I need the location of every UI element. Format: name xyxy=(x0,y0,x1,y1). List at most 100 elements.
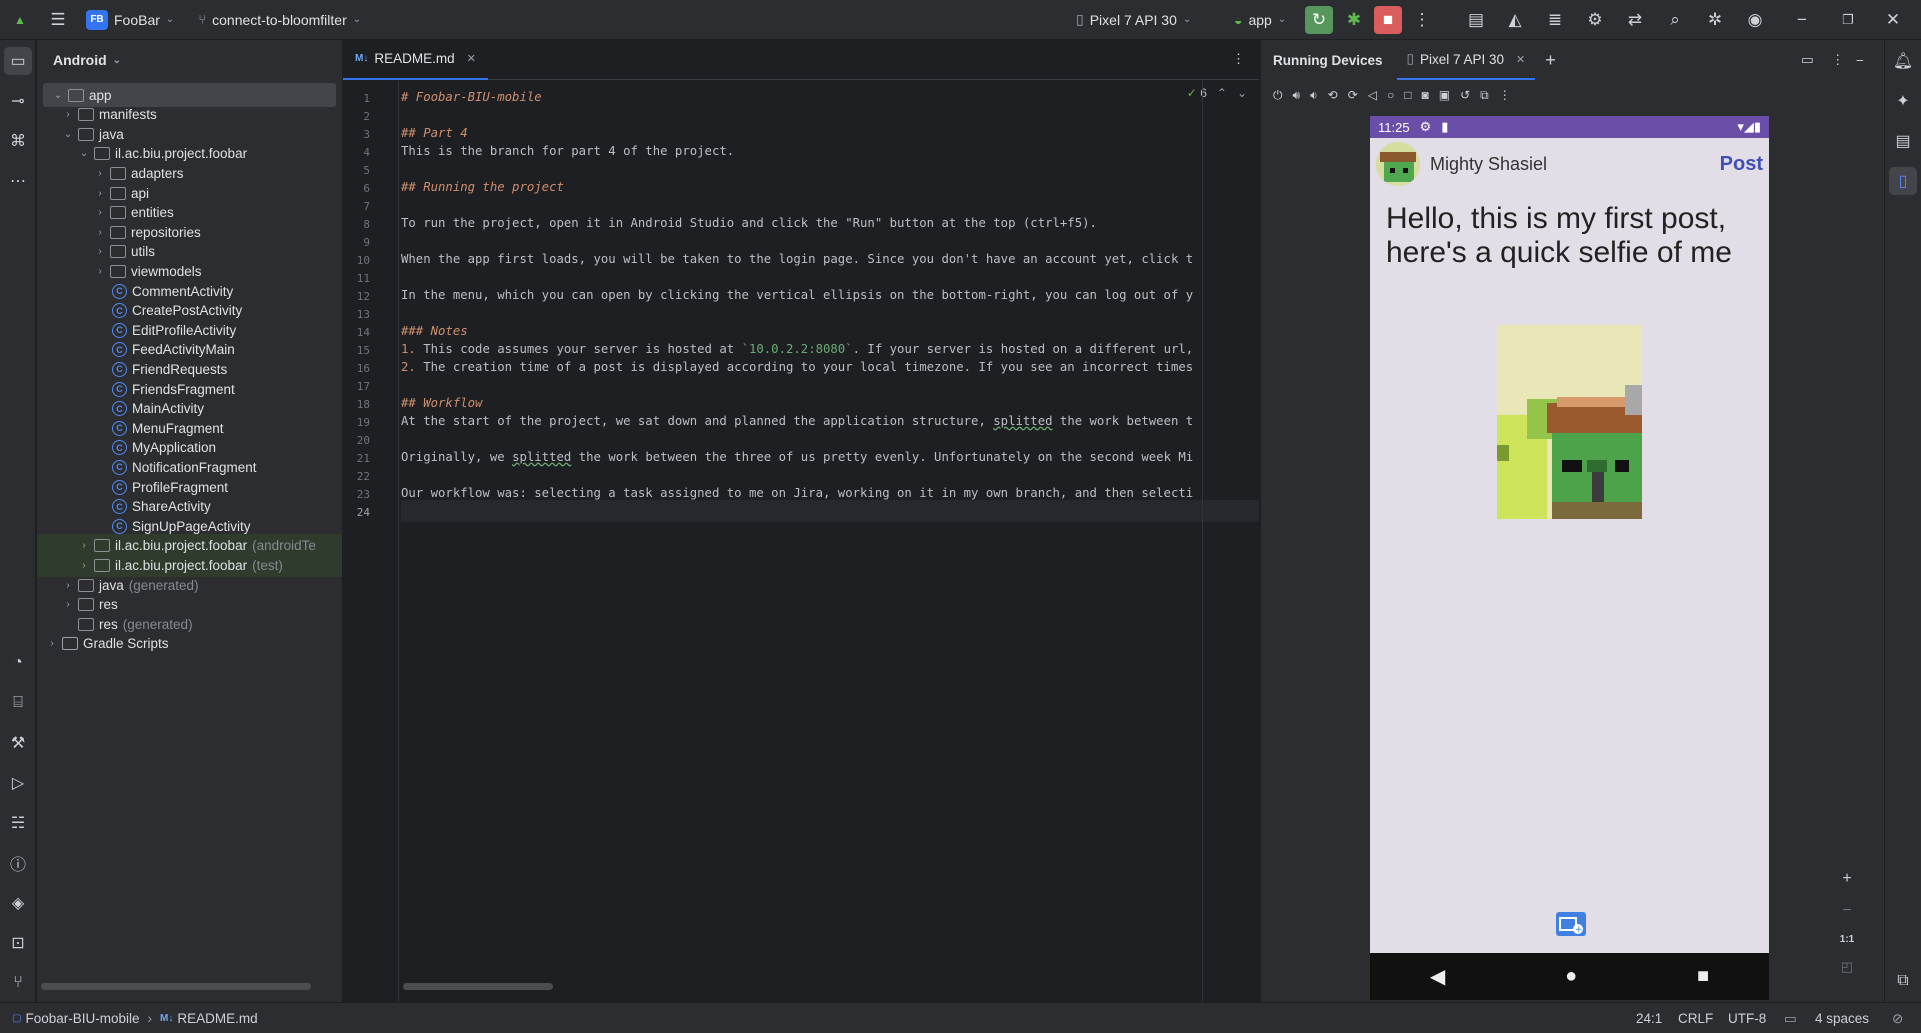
add-device-icon[interactable]: + xyxy=(1545,50,1556,71)
more-actions-icon[interactable]: ⋮ xyxy=(1408,6,1436,34)
toggle-layout-icon[interactable]: ▭ xyxy=(1801,52,1814,68)
minimize-window-icon[interactable]: − xyxy=(1788,6,1816,34)
version-control-icon[interactable]: ⑂ xyxy=(4,969,32,997)
phone-overview-button[interactable]: ■ xyxy=(1697,965,1709,988)
code-line[interactable] xyxy=(401,500,1259,522)
chevron-down-icon[interactable]: ⌄ xyxy=(77,148,91,159)
chevron-right-icon[interactable]: › xyxy=(61,599,75,610)
chevron-right-icon[interactable]: › xyxy=(93,168,107,179)
services-icon[interactable]: ◈ xyxy=(4,889,32,917)
chevron-right-icon[interactable]: › xyxy=(61,109,75,120)
volume-down-icon[interactable]: 🔉︎ xyxy=(1310,88,1318,103)
project-selector[interactable]: FB FooBar ⌄ xyxy=(86,9,174,30)
rotate-left-icon[interactable]: ⟲ xyxy=(1328,88,1338,102)
phone-back-button[interactable]: ◀ xyxy=(1430,964,1445,989)
zoom-out-icon[interactable]: − xyxy=(1842,902,1851,920)
previous-highlight-icon[interactable]: ⌃ xyxy=(1217,86,1227,100)
terminal-icon[interactable]: ⊡ xyxy=(4,929,32,957)
profiler-icon[interactable]: ◭ xyxy=(1501,6,1529,34)
device-manager-icon[interactable]: ▤ xyxy=(1462,6,1490,34)
post-text[interactable]: Hello, this is my first post, here's a q… xyxy=(1370,190,1769,282)
avatar[interactable] xyxy=(1376,142,1420,186)
device-mirror-icon[interactable]: ⧉ xyxy=(1889,967,1917,995)
project-tree-item[interactable]: › Gradle Scripts xyxy=(37,632,342,656)
account-icon[interactable]: ◉ xyxy=(1741,6,1769,34)
read-only-toggle-icon[interactable]: ▭ xyxy=(1784,1003,1797,1033)
build-tool-icon[interactable]: ⚒ xyxy=(4,729,32,757)
chevron-right-icon[interactable]: › xyxy=(45,638,59,649)
reset-icon[interactable]: ↺ xyxy=(1460,88,1470,102)
rotate-right-icon[interactable]: ⟳ xyxy=(1348,88,1358,102)
editor-horizontal-scrollbar[interactable] xyxy=(403,983,553,990)
chevron-right-icon[interactable]: › xyxy=(61,580,75,591)
logcat-icon[interactable]: ☵ xyxy=(4,809,32,837)
editor-tabs-menu-icon[interactable]: ⋮ xyxy=(1232,51,1245,67)
app-inspection-icon[interactable]: ◔ xyxy=(4,649,32,677)
chevron-right-icon[interactable]: › xyxy=(93,188,107,199)
rerun-button[interactable]: ↻ xyxy=(1305,5,1333,34)
screen-record-icon[interactable]: ▣ xyxy=(1439,88,1450,102)
tab-readme[interactable]: M↓ README.md ✕ xyxy=(343,40,488,80)
volume-up-icon[interactable]: 🔊︎ xyxy=(1293,88,1301,103)
run-tool-icon[interactable]: ▷ xyxy=(4,769,32,797)
indent-setting[interactable]: 4 spaces xyxy=(1815,1003,1869,1033)
search-icon[interactable]: ⌕ xyxy=(1661,6,1689,34)
close-tab-icon[interactable]: ✕ xyxy=(467,52,476,65)
run-config-selector[interactable]: ◒ app ⌄ xyxy=(1234,12,1286,28)
file-encoding[interactable]: UTF-8 xyxy=(1728,1003,1766,1033)
close-tab-icon[interactable]: ✕ xyxy=(1516,53,1525,66)
project-view-selector[interactable]: Android ⌄ xyxy=(37,40,342,80)
power-icon[interactable]: ⏻ xyxy=(1273,88,1283,103)
more-tools-icon[interactable]: ⋯ xyxy=(4,167,32,195)
settings-icon[interactable]: ✲ xyxy=(1701,6,1729,34)
branch-selector[interactable]: ⑂ connect-to-bloomfilter ⌄ xyxy=(198,12,361,28)
sdk-manager-icon[interactable]: ⚙ xyxy=(1581,6,1609,34)
overview-icon[interactable]: □ xyxy=(1404,88,1411,102)
chevron-right-icon[interactable]: › xyxy=(93,207,107,218)
back-icon[interactable]: ◁ xyxy=(1368,88,1377,102)
chevron-right-icon[interactable]: › xyxy=(93,246,107,257)
next-highlight-icon[interactable]: ⌄ xyxy=(1237,86,1247,100)
breadcrumb-file[interactable]: README.md xyxy=(177,1011,257,1026)
close-window-icon[interactable]: ✕ xyxy=(1879,6,1907,34)
project-tool-icon[interactable]: ▭ xyxy=(4,47,32,75)
running-devices-tool-icon[interactable]: ▯ xyxy=(1889,167,1917,195)
build-variants-icon[interactable]: ⌸ xyxy=(4,689,32,717)
home-icon[interactable]: ○ xyxy=(1387,88,1394,102)
sync-gradle-icon[interactable]: ⇄ xyxy=(1621,6,1649,34)
structure-tool-icon[interactable]: ⌘ xyxy=(4,127,32,155)
inspection-indicator[interactable]: ✓ 6 ⌃ ⌄ xyxy=(1187,86,1247,100)
notifications-icon[interactable]: 🔔︎ xyxy=(1889,47,1917,75)
caret-position[interactable]: 24:1 xyxy=(1636,1003,1662,1033)
chevron-right-icon[interactable]: › xyxy=(77,560,91,571)
zoom-actual-size-button[interactable]: 1:1 xyxy=(1840,934,1854,945)
gemini-icon[interactable]: ✦ xyxy=(1889,87,1917,115)
lock-icon[interactable]: ⊘ xyxy=(1892,1003,1903,1033)
panel-options-icon[interactable]: ⋮ xyxy=(1831,52,1845,68)
device-more-icon[interactable]: ⋮ xyxy=(1499,88,1511,102)
chevron-down-icon[interactable]: ⌄ xyxy=(61,129,75,140)
device-selector[interactable]: ▯ Pixel 7 API 30 ⌄ xyxy=(1076,11,1191,28)
tab-device[interactable]: ▯ Pixel 7 API 30 ✕ xyxy=(1396,40,1536,80)
mirror-icon[interactable]: ⧉ xyxy=(1480,88,1489,103)
post-button[interactable]: Post xyxy=(1720,153,1763,176)
chevron-right-icon[interactable]: › xyxy=(77,540,91,551)
problems-icon[interactable]: ⓘ xyxy=(4,849,32,877)
line-separator[interactable]: CRLF xyxy=(1678,1003,1713,1033)
debug-icon[interactable]: ✱ xyxy=(1340,6,1368,34)
breadcrumb-project[interactable]: Foobar-BIU-mobile xyxy=(25,1011,139,1026)
stop-button[interactable]: ■ xyxy=(1374,5,1402,34)
zoom-fit-icon[interactable]: ◰ xyxy=(1841,959,1853,975)
screenshot-icon[interactable]: ◙ xyxy=(1421,88,1428,102)
layout-inspector-icon[interactable]: ≣ xyxy=(1541,6,1569,34)
main-menu-icon[interactable]: ☰ xyxy=(44,6,72,34)
restore-window-icon[interactable]: ❐ xyxy=(1834,6,1862,34)
device-screen[interactable]: 11:25 ⚙ ▮ ▾◢▮ Mighty Shasiel Post Hello,… xyxy=(1370,116,1769,1000)
chevron-down-icon[interactable]: ⌄ xyxy=(51,90,65,101)
project-horizontal-scrollbar[interactable] xyxy=(41,983,311,990)
chevron-right-icon[interactable]: › xyxy=(93,227,107,238)
device-explorer-icon[interactable]: ▤ xyxy=(1889,127,1917,155)
phone-home-button[interactable]: ● xyxy=(1565,965,1577,988)
add-photo-icon[interactable]: + xyxy=(1556,912,1586,936)
chevron-right-icon[interactable]: › xyxy=(93,266,107,277)
